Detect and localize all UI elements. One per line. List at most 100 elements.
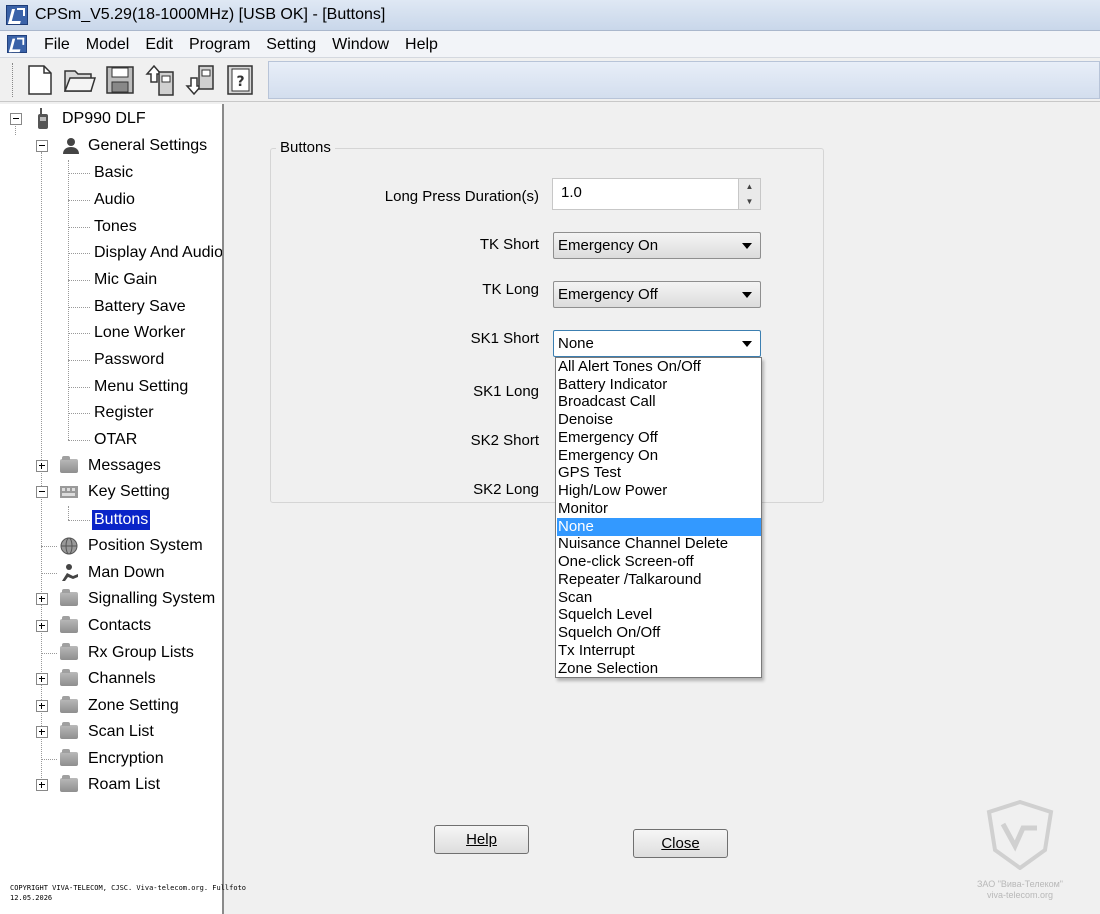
tree-item-channels[interactable]: Channels bbox=[60, 666, 158, 692]
signalling-system-expand-toggle[interactable] bbox=[36, 593, 48, 605]
dropdown-option[interactable]: One-click Screen-off bbox=[557, 553, 761, 571]
menu-program[interactable]: Program bbox=[181, 31, 258, 58]
open-folder-icon[interactable] bbox=[63, 63, 97, 97]
long-press-duration-value: 1.0 bbox=[561, 184, 582, 201]
tree-item-tones[interactable]: Tones bbox=[92, 214, 139, 240]
tree-item-scan-list[interactable]: Scan List bbox=[60, 719, 156, 745]
dropdown-option-highlighted[interactable]: None bbox=[557, 518, 761, 536]
sk1-long-label: SK1 Long bbox=[473, 383, 539, 400]
tree-label-audio: Audio bbox=[94, 191, 135, 208]
scan-list-expand-toggle[interactable] bbox=[36, 726, 48, 738]
root-collapse-toggle[interactable] bbox=[10, 113, 22, 125]
man-down-icon bbox=[62, 564, 78, 581]
dropdown-option[interactable]: Nuisance Channel Delete bbox=[557, 535, 761, 553]
key-setting-collapse-toggle[interactable] bbox=[36, 486, 48, 498]
help-button[interactable]: Help bbox=[434, 825, 529, 854]
dropdown-option[interactable]: GPS Test bbox=[557, 464, 761, 482]
tree-item-zone-setting[interactable]: Zone Setting bbox=[60, 693, 181, 719]
sk1-short-dropdown-list[interactable]: All Alert Tones On/Off Battery Indicator… bbox=[555, 357, 762, 678]
roam-list-expand-toggle[interactable] bbox=[36, 779, 48, 791]
shield-logo-icon bbox=[986, 799, 1054, 871]
document-menu-icon[interactable] bbox=[7, 35, 27, 53]
tree-item-position-system[interactable]: Position System bbox=[60, 533, 205, 559]
sk1-short-value: None bbox=[558, 335, 594, 352]
toolbar-grip[interactable] bbox=[12, 63, 15, 97]
copyright-line-2: 12.05.2026 bbox=[10, 894, 53, 902]
tree-item-lone-worker[interactable]: Lone Worker bbox=[92, 320, 187, 346]
tree-label-messages: Messages bbox=[88, 457, 161, 474]
dropdown-option[interactable]: Tx Interrupt bbox=[557, 642, 761, 660]
dropdown-option[interactable]: Battery Indicator bbox=[557, 376, 761, 394]
help-book-icon[interactable]: ? bbox=[223, 63, 257, 97]
menu-setting[interactable]: Setting bbox=[258, 31, 324, 58]
tree-item-messages[interactable]: Messages bbox=[60, 453, 163, 479]
menu-edit[interactable]: Edit bbox=[137, 31, 181, 58]
menu-window[interactable]: Window bbox=[324, 31, 397, 58]
tree-item-audio[interactable]: Audio bbox=[92, 187, 137, 213]
dropdown-option[interactable]: All Alert Tones On/Off bbox=[557, 358, 761, 376]
toolbar-empty-band bbox=[268, 61, 1100, 99]
tree-label-general-settings: General Settings bbox=[88, 137, 208, 154]
tree-item-basic[interactable]: Basic bbox=[92, 160, 135, 186]
dropdown-option[interactable]: Squelch Level bbox=[557, 606, 761, 624]
tree-item-battery-save[interactable]: Battery Save bbox=[92, 294, 188, 320]
tree-item-general-settings[interactable]: General Settings bbox=[62, 133, 209, 159]
general-settings-collapse-toggle[interactable] bbox=[36, 140, 48, 152]
tk-short-select[interactable]: Emergency On bbox=[553, 232, 761, 259]
tree-item-password[interactable]: Password bbox=[92, 347, 166, 373]
zone-setting-expand-toggle[interactable] bbox=[36, 700, 48, 712]
contacts-expand-toggle[interactable] bbox=[36, 620, 48, 632]
write-to-radio-icon[interactable] bbox=[183, 63, 217, 97]
read-from-radio-icon[interactable] bbox=[143, 63, 177, 97]
sk1-short-select[interactable]: None bbox=[553, 330, 761, 357]
dropdown-option[interactable]: Emergency Off bbox=[557, 429, 761, 447]
tree-label-zone-setting: Zone Setting bbox=[88, 697, 179, 714]
menu-help[interactable]: Help bbox=[397, 31, 446, 58]
tk-long-value: Emergency Off bbox=[558, 286, 658, 303]
tk-long-select[interactable]: Emergency Off bbox=[553, 281, 761, 308]
messages-expand-toggle[interactable] bbox=[36, 460, 48, 472]
app-logo-icon bbox=[6, 5, 28, 25]
tree-item-man-down[interactable]: Man Down bbox=[60, 560, 166, 586]
dropdown-option[interactable]: Scan bbox=[557, 589, 761, 607]
tree-item-root[interactable]: DP990 DLF bbox=[36, 106, 148, 132]
new-file-icon[interactable] bbox=[23, 63, 57, 97]
menu-model[interactable]: Model bbox=[78, 31, 138, 58]
dropdown-option[interactable]: Broadcast Call bbox=[557, 393, 761, 411]
dropdown-option[interactable]: Emergency On bbox=[557, 447, 761, 465]
tree-item-otar[interactable]: OTAR bbox=[92, 427, 139, 453]
menu-file[interactable]: File bbox=[36, 31, 78, 58]
tree-label-display-and-audio: Display And Audio bbox=[94, 244, 223, 261]
tree-item-contacts[interactable]: Contacts bbox=[60, 613, 153, 639]
dropdown-option[interactable]: Monitor bbox=[557, 500, 761, 518]
tree-item-mic-gain[interactable]: Mic Gain bbox=[92, 267, 159, 293]
tree-item-menu-setting[interactable]: Menu Setting bbox=[92, 374, 190, 400]
folder-icon bbox=[60, 775, 78, 792]
tree-item-signalling-system[interactable]: Signalling System bbox=[60, 586, 217, 612]
spin-down-icon[interactable]: ▼ bbox=[738, 194, 760, 209]
tree-item-encryption[interactable]: Encryption bbox=[60, 746, 166, 772]
dropdown-option[interactable]: Denoise bbox=[557, 411, 761, 429]
watermark-website: viva-telecom.org bbox=[986, 890, 1054, 900]
tree-item-roam-list[interactable]: Roam List bbox=[60, 772, 162, 798]
tree-item-display-and-audio[interactable]: Display And Audio bbox=[92, 240, 223, 266]
tree-item-buttons[interactable]: Buttons bbox=[92, 507, 151, 533]
copyright-watermark: COPYRIGHT VIVA-TELECOM, CJSC. Viva-telec… bbox=[10, 883, 246, 903]
tree-label-rx-group-lists: Rx Group Lists bbox=[88, 644, 194, 661]
tree-item-rx-group-lists[interactable]: Rx Group Lists bbox=[60, 640, 196, 666]
tree-item-key-setting[interactable]: Key Setting bbox=[60, 479, 172, 505]
spin-up-icon[interactable]: ▲ bbox=[738, 179, 760, 194]
dropdown-option[interactable]: High/Low Power bbox=[557, 482, 761, 500]
tree-label-root: DP990 DLF bbox=[62, 110, 146, 127]
long-press-duration-spinner[interactable]: 1.0 ▲ ▼ bbox=[552, 178, 761, 210]
dropdown-option[interactable]: Repeater /Talkaround bbox=[557, 571, 761, 589]
tree-item-register[interactable]: Register bbox=[92, 400, 156, 426]
folder-icon bbox=[60, 722, 78, 739]
save-icon[interactable] bbox=[103, 63, 137, 97]
dropdown-option[interactable]: Zone Selection bbox=[557, 660, 761, 678]
channels-expand-toggle[interactable] bbox=[36, 673, 48, 685]
tree-label-encryption: Encryption bbox=[88, 750, 164, 767]
dropdown-option[interactable]: Squelch On/Off bbox=[557, 624, 761, 642]
close-button[interactable]: Close bbox=[633, 829, 728, 858]
tree-label-key-setting: Key Setting bbox=[88, 483, 170, 500]
